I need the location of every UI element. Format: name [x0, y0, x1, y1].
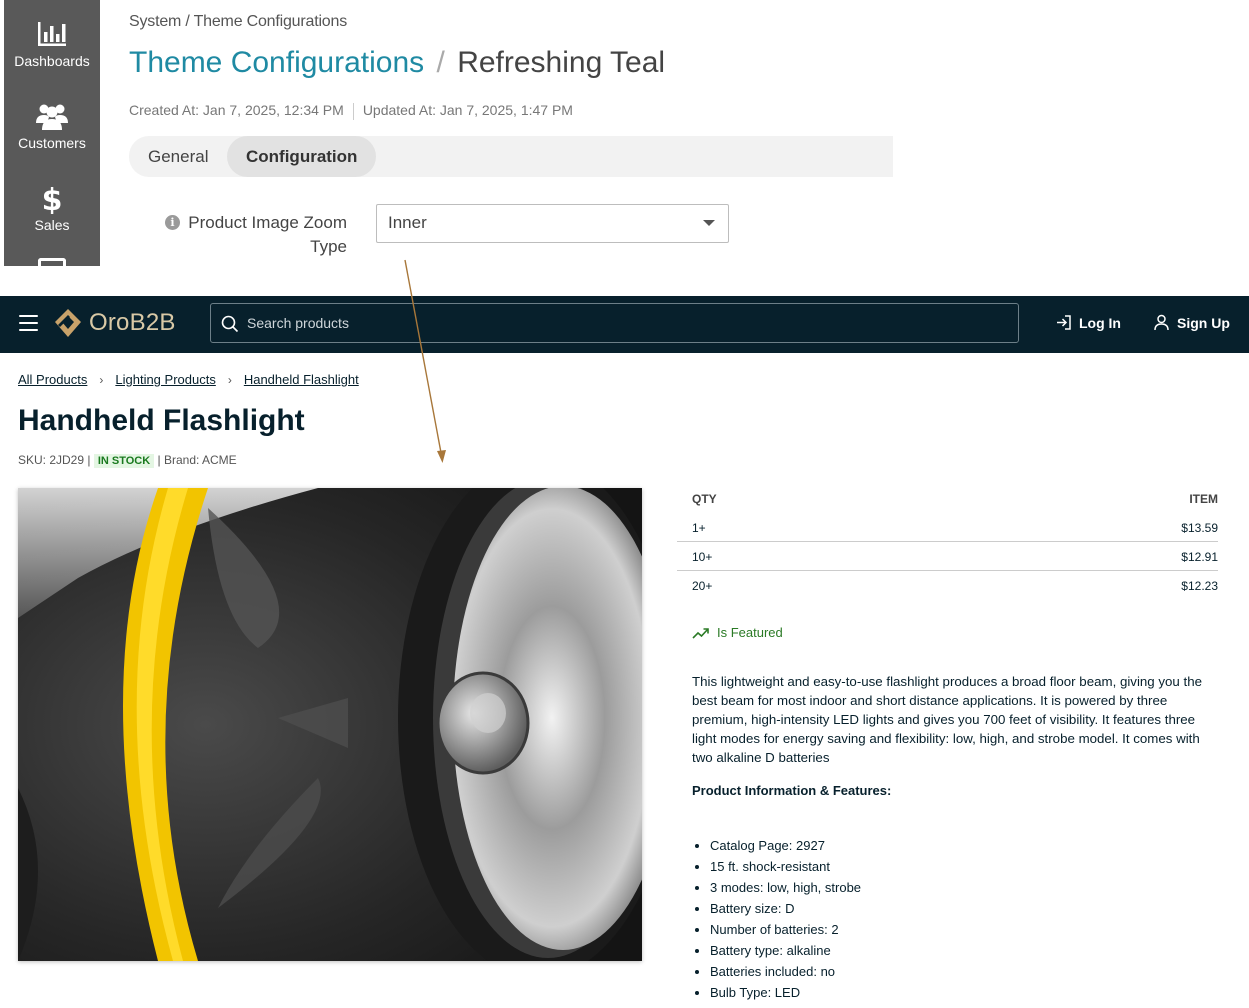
status-badge: IN STOCK — [93, 454, 155, 468]
chevron-right-icon: › — [227, 373, 232, 387]
login-icon — [1057, 315, 1071, 330]
meta-separator: | — [87, 453, 94, 467]
logo-icon — [55, 309, 81, 337]
breadcrumb: System / Theme Configurations — [129, 13, 348, 30]
menu-icon[interactable] — [19, 315, 38, 331]
user-icon — [1154, 314, 1169, 331]
breadcrumb-link-all-products[interactable]: All Products — [18, 372, 87, 387]
page-title: Theme Configurations / Refreshing Teal — [129, 46, 665, 80]
featured-indicator: Is Featured — [692, 625, 783, 640]
admin-content: System / Theme Configurations Theme Conf… — [129, 0, 1249, 296]
page-title-secondary: Refreshing Teal — [457, 46, 666, 79]
chevron-right-icon: › — [99, 373, 104, 387]
updated-at: Updated At: Jan 7, 2025, 1:47 PM — [362, 102, 573, 118]
sidebar-item-sales[interactable]: $ Sales — [4, 164, 100, 246]
price-qty: 20+ — [692, 579, 713, 593]
logo[interactable]: OroB2B — [54, 308, 176, 338]
list-item: 3 modes: low, high, strobe — [710, 877, 861, 898]
tab-general[interactable]: General — [148, 136, 208, 177]
flashlight-image — [18, 488, 642, 961]
trending-up-icon — [692, 627, 709, 639]
created-at: Created At: Jan 7, 2025, 12:34 PM — [129, 102, 344, 118]
breadcrumb-link-lighting[interactable]: Lighting Products — [115, 372, 215, 387]
field-label-line2: Type — [310, 237, 347, 256]
price-value: $13.59 — [1181, 521, 1218, 535]
product-sku: SKU: 2JD29 — [18, 453, 85, 467]
sidebar-item-dashboards[interactable]: Dashboards — [4, 0, 100, 82]
field-label-zoom-type: i Product Image Zoom Type — [165, 211, 347, 259]
price-qty: 1+ — [692, 521, 706, 535]
features-list: Catalog Page: 2927 15 ft. shock-resistan… — [692, 835, 861, 1003]
product-image[interactable] — [18, 488, 642, 961]
tab-bar: General Configuration — [129, 136, 893, 177]
table-row: 20+ $12.23 — [677, 571, 1218, 600]
login-link[interactable]: Log In — [1055, 314, 1121, 331]
storefront-navbar: OroB2B Search products Log In Sign Up — [0, 296, 1249, 353]
record-meta: Created At: Jan 7, 2025, 12:34 PM Updated… — [129, 102, 573, 120]
dollar-icon: $ — [41, 181, 63, 215]
product-meta: SKU: 2JD29 | IN STOCK | Brand: ACME — [18, 453, 237, 468]
product-brand: Brand: ACME — [163, 453, 237, 467]
list-item: Battery size: D — [710, 898, 861, 919]
briefcase-icon[interactable] — [38, 258, 66, 266]
chevron-down-icon — [703, 220, 715, 226]
price-table: QTY ITEM 1+ $13.59 10+ $12.91 20+ $12.23 — [677, 488, 1218, 600]
page-title-separator: / — [436, 46, 445, 79]
sidebar-item-label: Customers — [18, 135, 86, 151]
list-item: Battery type: alkaline — [710, 940, 861, 961]
logo-text: OroB2B — [89, 309, 176, 336]
zoom-type-value: Inner — [388, 213, 427, 232]
product-title: Handheld Flashlight — [18, 404, 305, 437]
zoom-type-select[interactable]: Inner — [376, 204, 729, 243]
table-row: 10+ $12.91 — [677, 542, 1218, 571]
product-breadcrumb: All Products › Lighting Products › Handheld … — [18, 372, 359, 387]
search-placeholder: Search products — [247, 315, 349, 331]
signup-label: Sign Up — [1177, 314, 1230, 331]
signup-link[interactable]: Sign Up — [1153, 314, 1230, 331]
price-table-header: QTY ITEM — [677, 488, 1218, 513]
price-value: $12.91 — [1181, 550, 1218, 564]
sidebar-item-label: Sales — [34, 217, 70, 233]
list-item: 15 ft. shock-resistant — [710, 856, 861, 877]
svg-text:$: $ — [42, 183, 63, 214]
sidebar-item-customers[interactable]: Customers — [4, 82, 100, 164]
meta-divider — [352, 102, 354, 120]
price-header-item: ITEM — [1189, 492, 1218, 506]
featured-label: Is Featured — [717, 625, 783, 640]
price-value: $12.23 — [1181, 579, 1218, 593]
sidebar-item-label: Dashboards — [14, 53, 90, 69]
search-input[interactable]: Search products — [210, 303, 1019, 343]
breadcrumb-link-current[interactable]: Handheld Flashlight — [244, 372, 359, 387]
list-item: Catalog Page: 2927 — [710, 835, 861, 856]
users-icon — [35, 99, 69, 133]
list-item: Number of batteries: 2 — [710, 919, 861, 940]
list-item: Bulb Type: LED — [710, 982, 861, 1003]
features-title: Product Information & Features: — [692, 783, 892, 798]
login-label: Log In — [1079, 314, 1121, 331]
page-title-primary[interactable]: Theme Configurations — [129, 46, 424, 79]
info-icon[interactable]: i — [165, 215, 180, 230]
table-row: 1+ $13.59 — [677, 513, 1218, 542]
field-label-line1: Product Image Zoom — [188, 213, 347, 232]
product-description: This lightweight and easy-to-use flashli… — [692, 674, 1203, 765]
bar-chart-icon — [36, 17, 68, 51]
list-item: Batteries included: no — [710, 961, 861, 982]
price-header-qty: QTY — [692, 492, 717, 506]
tab-configuration[interactable]: Configuration — [227, 136, 377, 177]
search-icon — [221, 315, 239, 333]
admin-sidebar: Dashboards Customers $ Sales — [4, 0, 100, 266]
price-qty: 10+ — [692, 550, 713, 564]
